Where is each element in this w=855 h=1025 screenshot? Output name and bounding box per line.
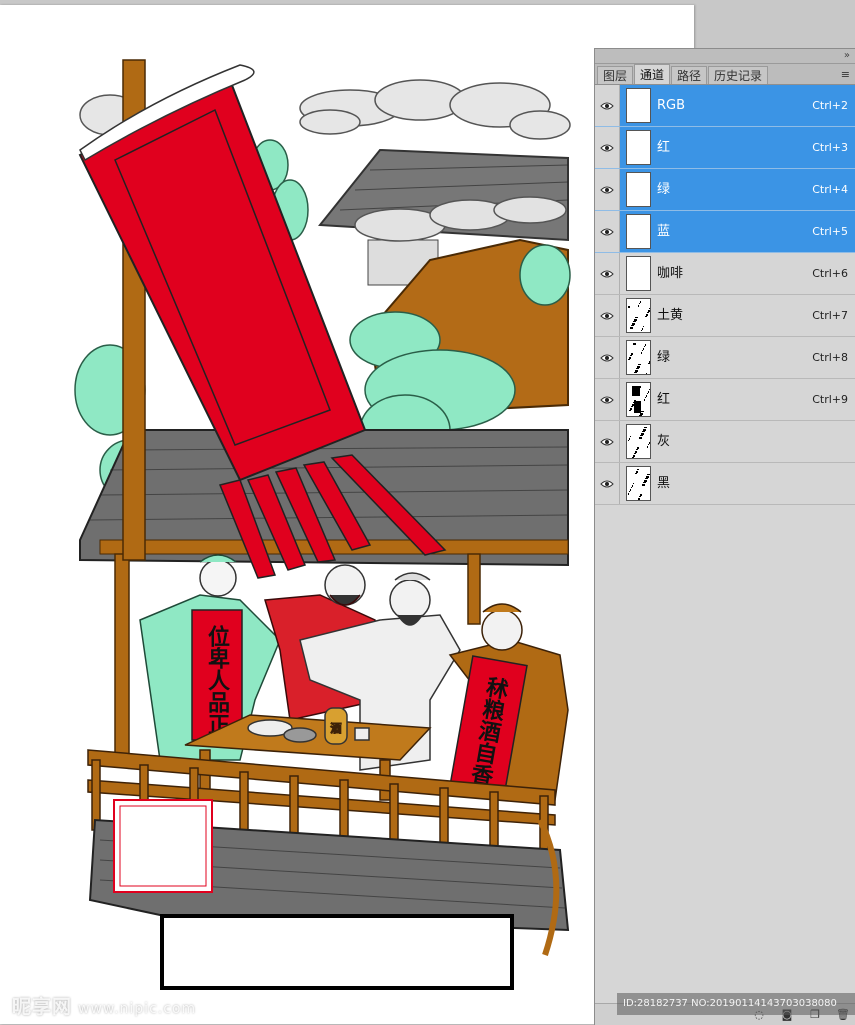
channel-row[interactable]: 黑	[595, 463, 855, 505]
channel-thumbnail	[626, 382, 651, 417]
visibility-eye-icon[interactable]	[595, 85, 620, 126]
channel-row[interactable]: 土黄 Ctrl+7	[595, 295, 855, 337]
channel-name: 土黄	[657, 308, 684, 323]
panel-tab-bar: 图层 通道 路径 历史记录 ≡	[595, 64, 855, 85]
channel-name: 红	[657, 140, 671, 155]
channel-thumbnail	[626, 298, 651, 333]
channel-thumbnail	[626, 130, 651, 165]
channel-thumbnail	[626, 340, 651, 375]
channel-row[interactable]: 红 Ctrl+3	[595, 127, 855, 169]
channel-thumbnail	[626, 256, 651, 291]
watermark-url: www.nipic.com	[78, 1001, 197, 1017]
channel-row[interactable]: 咖啡 Ctrl+6	[595, 253, 855, 295]
channel-row[interactable]: 蓝 Ctrl+5	[595, 211, 855, 253]
channel-shortcut: Ctrl+4	[812, 183, 848, 196]
channel-name: 蓝	[657, 224, 671, 239]
channel-thumbnail	[626, 214, 651, 249]
channel-thumbnail	[626, 424, 651, 459]
channel-shortcut: Ctrl+2	[812, 99, 848, 112]
tab-channels[interactable]: 通道	[634, 64, 671, 84]
visibility-eye-icon[interactable]	[595, 463, 620, 504]
watermark-brand: 昵享网	[12, 996, 73, 1018]
document-canvas[interactable]: 位卑人品正 秫粮酒自香 酒	[0, 5, 694, 1024]
channel-thumbnail	[626, 88, 651, 123]
channel-row[interactable]: 红 Ctrl+9	[595, 379, 855, 421]
channel-shortcut: Ctrl+9	[812, 393, 848, 406]
panel-title-bar[interactable]: »	[595, 49, 855, 64]
watermark: 昵享网 www.nipic.com	[12, 992, 196, 1019]
channel-name: 红	[657, 392, 671, 407]
tab-layers[interactable]: 图层	[597, 66, 634, 84]
channel-list: RGB Ctrl+2 红 Ctrl+3 绿 Ctrl+4 蓝 Ctrl+5 咖啡 Ctrl+6 土黄…	[595, 85, 855, 505]
title-box	[160, 914, 514, 990]
channel-name: RGB	[657, 98, 686, 113]
channel-shortcut: Ctrl+8	[812, 351, 848, 364]
channel-row[interactable]: 绿 Ctrl+8	[595, 337, 855, 379]
channel-thumbnail	[626, 172, 651, 207]
channel-thumbnail	[626, 466, 651, 501]
visibility-eye-icon[interactable]	[595, 253, 620, 294]
collapse-icon[interactable]: »	[844, 49, 850, 63]
channel-row[interactable]: RGB Ctrl+2	[595, 85, 855, 127]
channels-panel: » 图层 通道 路径 历史记录 ≡ RGB Ctrl+2 红 Ctrl+3 绿 Ctrl+…	[594, 48, 855, 1025]
jar-label: 酒	[331, 722, 342, 735]
new-year-print-artwork: 位卑人品正 秫粮酒自香 酒	[74, 59, 571, 990]
channel-name: 灰	[657, 434, 671, 449]
visibility-eye-icon[interactable]	[595, 379, 620, 420]
channel-name: 咖啡	[657, 266, 684, 281]
channel-name: 黑	[657, 476, 671, 491]
channel-name: 绿	[657, 350, 671, 365]
image-id-bar: ID:28182737 NO:20190114143703038080	[617, 993, 855, 1015]
channel-shortcut: Ctrl+5	[812, 225, 848, 238]
panel-menu-icon[interactable]: ≡	[841, 68, 850, 81]
channel-shortcut: Ctrl+3	[812, 141, 848, 154]
visibility-eye-icon[interactable]	[595, 295, 620, 336]
tab-paths[interactable]: 路径	[671, 66, 708, 84]
visibility-eye-icon[interactable]	[595, 421, 620, 462]
scroll-left-text: 位卑人品正	[204, 624, 230, 735]
channel-row[interactable]: 灰	[595, 421, 855, 463]
scroll-left: 位卑人品正	[191, 609, 243, 741]
channel-shortcut: Ctrl+6	[812, 267, 848, 280]
visibility-eye-icon[interactable]	[595, 169, 620, 210]
channel-row[interactable]: 绿 Ctrl+4	[595, 169, 855, 211]
tab-history[interactable]: 历史记录	[708, 66, 769, 84]
channel-name: 绿	[657, 182, 671, 197]
visibility-eye-icon[interactable]	[595, 127, 620, 168]
visibility-eye-icon[interactable]	[595, 337, 620, 378]
visibility-eye-icon[interactable]	[595, 211, 620, 252]
channel-shortcut: Ctrl+7	[812, 309, 848, 322]
